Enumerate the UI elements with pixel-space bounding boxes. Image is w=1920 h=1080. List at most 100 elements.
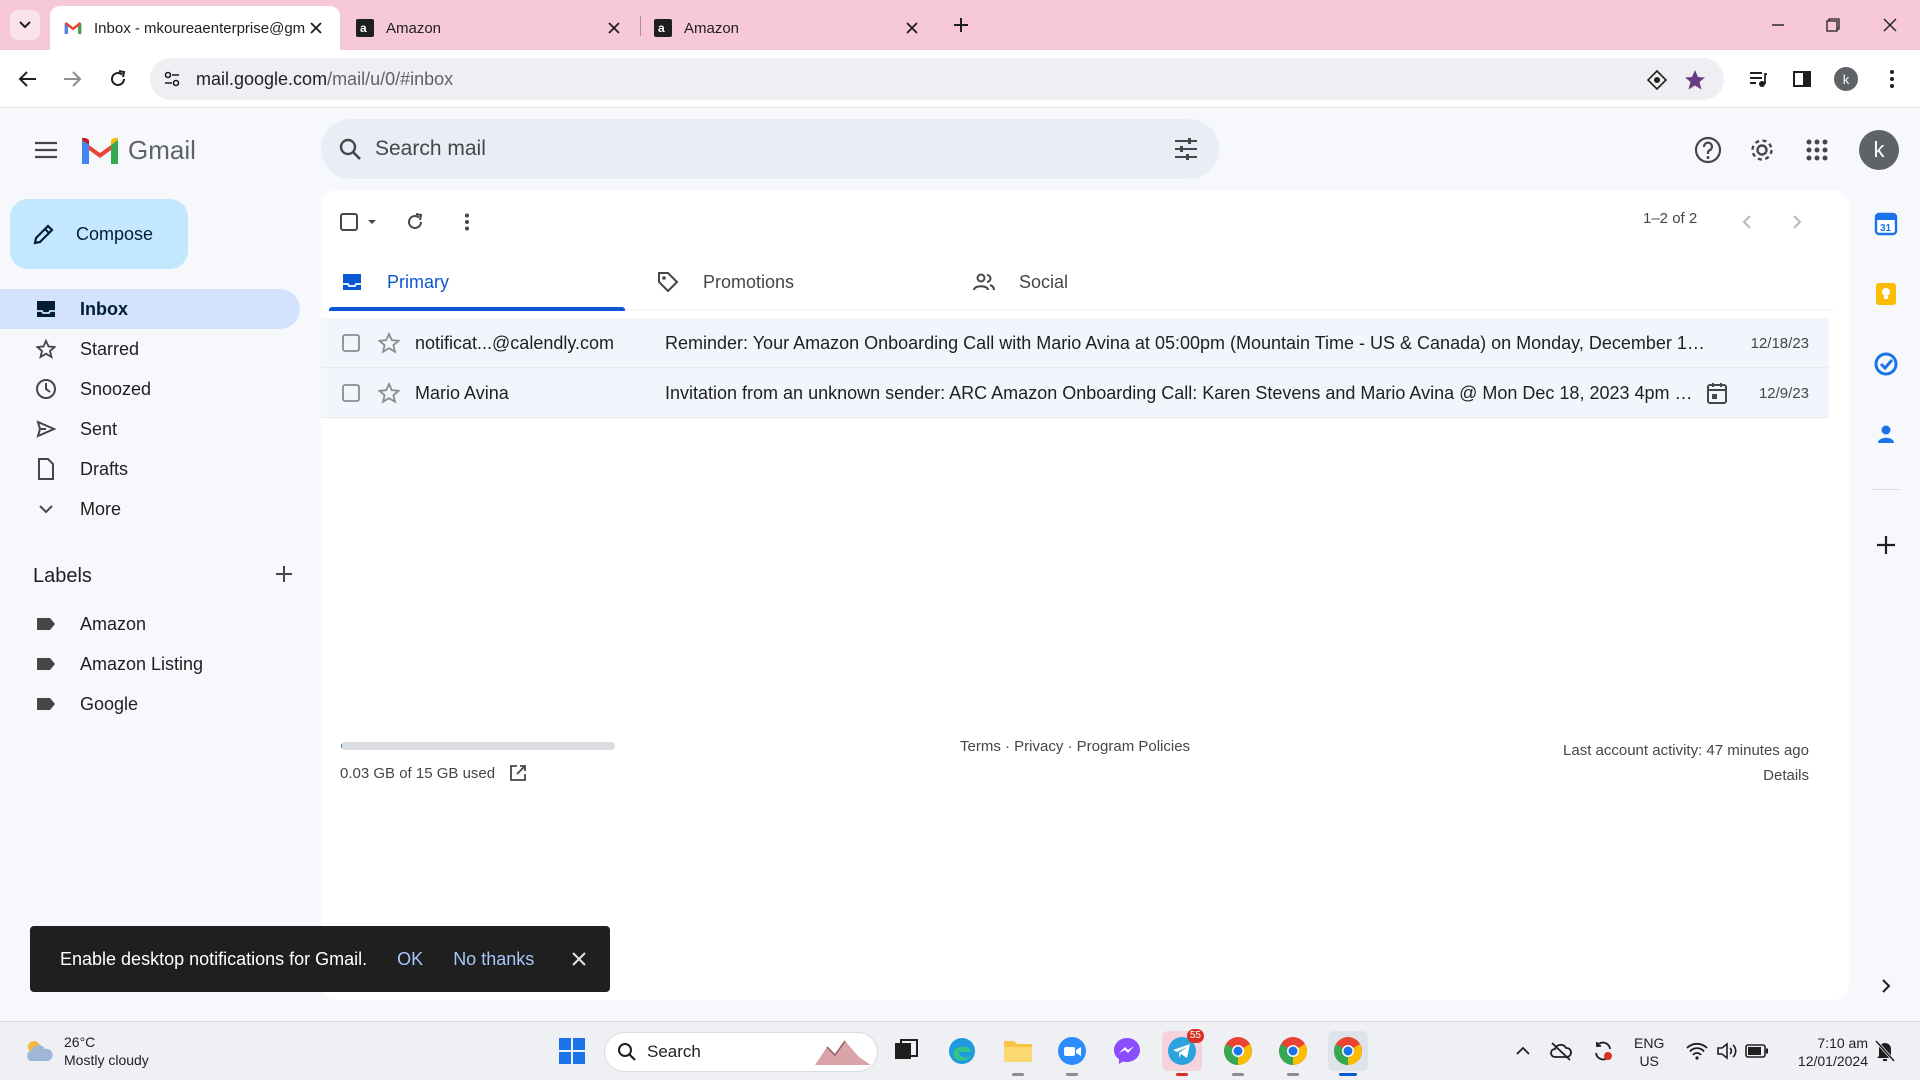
star-icon[interactable] (377, 381, 401, 405)
browser-menu-button[interactable] (1876, 63, 1908, 95)
row-checkbox[interactable] (341, 383, 361, 403)
search-bar[interactable]: Search mail (321, 119, 1219, 179)
close-tab-icon[interactable] (306, 18, 326, 38)
onedrive-tray-button[interactable] (1548, 1038, 1574, 1064)
chrome-profile-2-app[interactable] (1273, 1031, 1313, 1076)
sidebar-item-drafts[interactable]: Drafts (0, 449, 300, 489)
support-button[interactable] (1688, 130, 1728, 170)
main-menu-button[interactable] (26, 130, 66, 170)
edge-app[interactable] (942, 1031, 982, 1071)
footer-links[interactable]: Terms · Privacy · Program Policies (960, 738, 1190, 755)
taskbar-search[interactable]: Search (604, 1032, 878, 1072)
sidebar-item-inbox[interactable]: Inbox (0, 289, 300, 329)
telegram-app[interactable]: 55 (1162, 1029, 1204, 1076)
restore-button[interactable] (1815, 10, 1851, 40)
account-avatar[interactable]: k (1859, 130, 1899, 170)
bookmark-star-icon[interactable] (1682, 67, 1708, 93)
address-bar[interactable]: mail.google.com/mail/u/0/#inbox (150, 58, 1724, 100)
tab-promotions[interactable]: Promotions (645, 254, 941, 310)
sidebar-item-sent[interactable]: Sent (0, 409, 300, 449)
sidebar-item-starred[interactable]: Starred (0, 329, 300, 369)
chrome-profile-1-app[interactable] (1218, 1031, 1258, 1076)
password-manager-icon[interactable] (1644, 67, 1670, 93)
table-row[interactable]: notificat...@calendly.com Reminder: Your… (321, 318, 1829, 368)
messenger-app[interactable] (1107, 1031, 1147, 1071)
star-icon[interactable] (377, 331, 401, 355)
show-hidden-icons-button[interactable] (1510, 1038, 1536, 1064)
notifications-button[interactable] (1872, 1038, 1898, 1064)
reload-button[interactable] (102, 63, 134, 95)
plus-icon (1877, 536, 1895, 554)
back-button[interactable] (12, 63, 44, 95)
tab-gmail-inbox[interactable]: Inbox - mkoureaenterprise@gmail.com (50, 6, 340, 50)
close-icon[interactable] (566, 946, 592, 972)
weather-widget[interactable]: 26°C Mostly cloudy (22, 1033, 149, 1069)
volume-icon[interactable] (1714, 1038, 1740, 1064)
weather-temperature: 26°C (64, 1034, 96, 1050)
tab-search-dropdown[interactable] (10, 10, 40, 40)
media-controls-button[interactable] (1742, 63, 1774, 95)
settings-button[interactable] (1742, 130, 1782, 170)
row-checkbox[interactable] (341, 333, 361, 353)
create-label-button[interactable] (275, 565, 293, 588)
zoom-app[interactable] (1052, 1031, 1092, 1076)
more-actions-button[interactable] (449, 204, 485, 240)
sidebar-item-more[interactable]: More (0, 489, 300, 529)
new-tab-button[interactable] (948, 12, 974, 38)
profile-button[interactable]: k (1830, 63, 1862, 95)
select-all-checkbox[interactable] (335, 204, 385, 240)
bell-off-icon (1875, 1040, 1895, 1062)
tab-primary[interactable]: Primary (329, 254, 625, 311)
older-button[interactable] (1779, 204, 1815, 240)
plus-icon (954, 18, 968, 32)
snackbar-ok-button[interactable]: OK (397, 949, 423, 970)
site-info-icon[interactable] (160, 67, 184, 91)
chrome-profile-3-app[interactable] (1328, 1031, 1368, 1076)
minimize-button[interactable] (1760, 10, 1796, 40)
sidebar-item-snoozed[interactable]: Snoozed (0, 369, 300, 409)
close-window-button[interactable] (1872, 10, 1908, 40)
messenger-icon (1114, 1038, 1140, 1064)
search-icon[interactable] (335, 134, 365, 164)
table-row[interactable]: Mario Avina Invitation from an unknown s… (321, 368, 1829, 418)
keyboard-region: US (1639, 1053, 1659, 1069)
refresh-button[interactable] (397, 204, 433, 240)
reload-icon (111, 70, 126, 86)
hide-side-panel-button[interactable] (1870, 970, 1902, 1002)
system-clock[interactable]: 7:10 am 12/01/2024 (1782, 1034, 1868, 1070)
calendar-icon[interactable] (1705, 381, 1729, 405)
google-apps-button[interactable] (1797, 130, 1837, 170)
file-explorer-app[interactable] (998, 1031, 1038, 1076)
snackbar-no-thanks-button[interactable]: No thanks (453, 949, 534, 970)
tab-social[interactable]: Social (961, 254, 1257, 310)
open-in-new-icon[interactable] (507, 762, 529, 784)
close-tab-icon[interactable] (604, 18, 624, 38)
search-input[interactable]: Search mail (375, 137, 486, 161)
label-amazon[interactable]: Amazon (0, 604, 300, 644)
newer-button[interactable] (1729, 204, 1765, 240)
start-button[interactable] (552, 1031, 592, 1071)
label-google[interactable]: Google (0, 684, 300, 724)
close-tab-icon[interactable] (902, 18, 922, 38)
side-panel-button[interactable] (1786, 63, 1818, 95)
calendar-app-icon[interactable]: 31 (1870, 208, 1902, 240)
forward-button[interactable] (56, 63, 88, 95)
compose-button[interactable]: Compose (10, 199, 188, 269)
keep-app-icon[interactable] (1870, 278, 1902, 310)
gmail-logo[interactable]: Gmail (80, 135, 196, 166)
label-amazon-listing[interactable]: Amazon Listing (0, 644, 300, 684)
tab-amazon-2[interactable]: a Amazon (640, 6, 936, 50)
wifi-icon[interactable] (1684, 1038, 1710, 1064)
minimize-icon (1772, 24, 1784, 26)
task-view-button[interactable] (886, 1031, 926, 1071)
search-options-icon[interactable] (1171, 134, 1201, 164)
battery-icon[interactable] (1744, 1038, 1770, 1064)
tab-title: Amazon (386, 19, 442, 37)
tab-amazon-1[interactable]: a Amazon (342, 6, 638, 50)
sync-tray-button[interactable] (1590, 1038, 1616, 1064)
get-addons-button[interactable] (1870, 529, 1902, 561)
details-link[interactable]: Details (1563, 763, 1809, 788)
contacts-app-icon[interactable] (1870, 418, 1902, 450)
tasks-app-icon[interactable] (1870, 348, 1902, 380)
input-language-indicator[interactable]: ENG US (1634, 1034, 1664, 1070)
